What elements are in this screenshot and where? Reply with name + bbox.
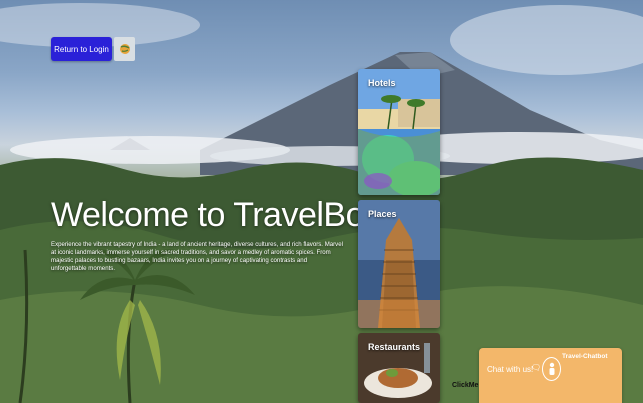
restaurants-card[interactable]: Restaurants xyxy=(358,333,440,403)
places-card[interactable]: Places xyxy=(358,200,440,328)
chat-widget[interactable]: Travel-Chatbot Chat with us! 🗨 xyxy=(479,348,622,403)
page-title: Welcome to TravelBot xyxy=(51,196,373,234)
places-image xyxy=(358,200,440,328)
hotels-card-title: Hotels xyxy=(368,78,396,88)
places-card-title: Places xyxy=(368,209,397,219)
chat-widget-title: Travel-Chatbot xyxy=(562,353,608,360)
chat-prompt: Chat with us! xyxy=(487,365,534,374)
globe-icon xyxy=(119,44,130,54)
clickme-label[interactable]: ClickMe xyxy=(452,382,478,389)
return-to-login-button[interactable]: Return to Login xyxy=(51,37,112,61)
hotels-card[interactable]: Hotels xyxy=(358,69,440,195)
chat-bubble-icon: 🗨 xyxy=(531,363,542,372)
intro-text: Experience the vibrant tapestry of India… xyxy=(51,241,343,272)
bot-figure-icon xyxy=(549,362,554,375)
chatbot-avatar-icon[interactable] xyxy=(542,357,561,381)
restaurants-card-title: Restaurants xyxy=(368,342,421,352)
user-avatar[interactable] xyxy=(114,37,135,61)
